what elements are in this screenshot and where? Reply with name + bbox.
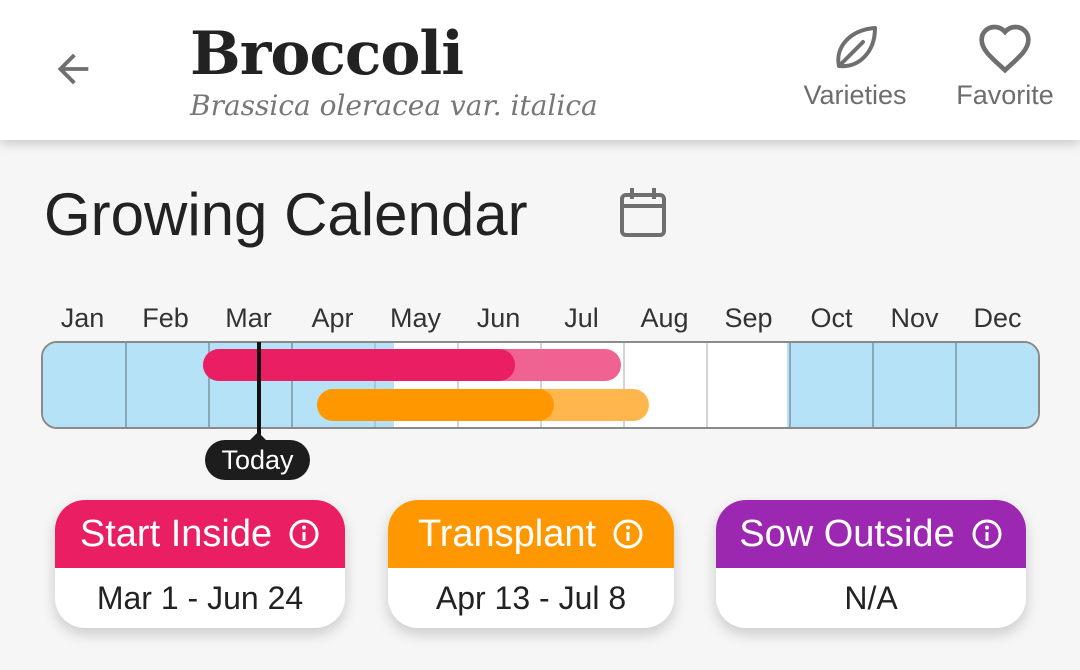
month-label: Jun [476,303,521,333]
transplant-bar [317,389,554,421]
info-icon[interactable] [612,518,644,550]
sow-outside-header: Sow Outside [716,500,1026,568]
growing-calendar-title: Growing Calendar [44,181,528,248]
month-divider [789,343,791,427]
scientific-name: Brassica oleracea var. italica [190,89,598,122]
month-divider [706,343,708,427]
transplant-header: Transplant [388,500,674,568]
back-button[interactable] [44,40,102,98]
month-label: Aug [640,303,689,333]
growing-season-late [787,343,1038,427]
calendar-icon[interactable] [618,186,668,240]
sow-outside-label: Sow Outside [739,512,955,555]
today-marker [257,342,261,442]
month-label: Apr [311,303,354,333]
arrow-left-icon [57,53,89,85]
varieties-button[interactable]: Varieties [798,22,912,122]
month-label: Jan [60,303,105,333]
month-label: Sep [724,303,773,333]
heart-icon [979,24,1031,74]
month-label: Oct [810,303,853,333]
month-label: Dec [973,303,1022,333]
start-inside-label: Start Inside [79,512,273,555]
sow-outside-dates: N/A [844,579,898,616]
start-inside-card[interactable]: Start Inside Mar 1 - Jun 24 [55,500,345,628]
info-icon[interactable] [288,518,320,550]
today-label: Today [205,432,310,480]
info-icon[interactable] [971,518,1003,550]
start-inside-header: Start Inside [55,500,345,568]
month-divider [872,343,874,427]
transplant-label: Transplant [417,512,597,555]
month-divider [125,343,127,427]
app-header: Broccoli Brassica oleracea var. italica … [0,0,1080,140]
month-label: May [389,303,441,333]
leaf-icon [836,26,877,69]
transplant-dates: Apr 13 - Jul 8 [435,579,627,616]
month-label: Nov [890,303,939,333]
month-label: Jul [564,303,599,333]
month-labels: Jan Feb Mar Apr May Jun Jul Aug Sep Oct … [41,303,1040,339]
month-label: Mar [225,303,272,333]
month-label: Feb [142,303,189,333]
growing-calendar-track [41,341,1040,429]
varieties-label: Varieties [803,80,907,110]
start-inside-bar [203,349,515,381]
page-title: Broccoli [190,19,464,89]
favorite-label: Favorite [956,80,1054,110]
transplant-card[interactable]: Transplant Apr 13 - Jul 8 [388,500,674,628]
sow-outside-card[interactable]: Sow Outside N/A [716,500,1026,628]
start-inside-dates: Mar 1 - Jun 24 [96,579,304,616]
favorite-button[interactable]: Favorite [952,22,1058,122]
month-divider [955,343,957,427]
